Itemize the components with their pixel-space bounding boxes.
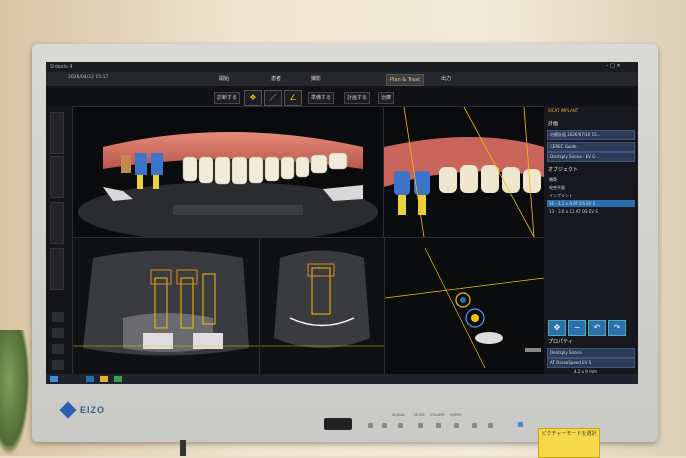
monitor-stand <box>180 440 186 456</box>
properties-header: プロパティ <box>548 339 573 345</box>
tab-mpr[interactable] <box>50 202 64 244</box>
step-plan[interactable]: 計画する <box>344 92 371 104</box>
panorama-view[interactable]: パノラマ <box>72 106 384 238</box>
nav-start[interactable]: 開始 <box>216 74 232 84</box>
model-select[interactable]: AT OsseoSpeed EV S <box>547 358 635 368</box>
zoom-tool-icon[interactable] <box>52 312 64 322</box>
monitor-button[interactable] <box>472 423 477 428</box>
browser-icon[interactable] <box>86 376 94 382</box>
monitor-screen: Sidexis 4 – □ ✕ 2026/04/22 15:17 開始 患者 撮… <box>46 62 638 384</box>
window-controls[interactable]: – □ ✕ <box>606 63 621 69</box>
monitor-button[interactable] <box>436 423 441 428</box>
plan-header: 計画 <box>548 121 559 127</box>
nav-patient[interactable]: 患者 <box>268 74 284 84</box>
right-panel: SICAT IMPLANT 計画 治療計画 2026/07/10 15... C… <box>544 106 638 384</box>
tab-panorama[interactable] <box>50 112 64 154</box>
angle-icon[interactable]: ∠ <box>284 90 302 106</box>
brand-label: SICAT IMPLANT <box>548 108 579 113</box>
buccal-image <box>260 238 384 375</box>
sticky-note: ピクチャーモードを選択 <box>538 428 600 458</box>
enter-label: ENTER <box>450 413 462 417</box>
monitor-button[interactable] <box>418 423 423 428</box>
axial-image <box>385 238 544 375</box>
3d-image <box>384 107 544 237</box>
app-icon[interactable] <box>114 376 122 382</box>
undo-icon[interactable]: ↶ <box>588 320 606 336</box>
object-item[interactable]: 13 - 3.6 x 11 AT OS EV S <box>547 208 635 215</box>
step-prepare[interactable]: 準備する <box>308 92 335 104</box>
nav-output[interactable]: 出力 <box>438 74 454 84</box>
object-item-selected[interactable]: 16 - 4.2 x 9 AT OS EV S <box>547 200 635 207</box>
plant <box>0 330 30 456</box>
monitor-button[interactable] <box>368 423 373 428</box>
guide-select[interactable]: CEREC Guide <box>547 142 635 152</box>
monitor-button[interactable] <box>488 423 493 428</box>
pan-tool-icon[interactable] <box>52 328 64 338</box>
manufacturer-select[interactable]: Dentsply Sirona <box>547 348 635 358</box>
nav-plan-treat[interactable]: Plan & Treat <box>386 74 425 86</box>
axial-view[interactable]: 軸方向 <box>384 237 545 376</box>
start-icon[interactable] <box>50 376 58 382</box>
left-toolbar <box>46 106 72 384</box>
move-icon[interactable]: ✥ <box>548 320 566 336</box>
mesial-image <box>73 238 259 375</box>
monitor-sensor <box>324 418 352 430</box>
guide-system-select[interactable]: Dentsply Sirona - EV G... <box>547 152 635 162</box>
monitor-button[interactable] <box>398 423 403 428</box>
object-item[interactable]: 顎骨 <box>547 176 635 183</box>
mode-label: MODE <box>414 413 425 417</box>
3d-view[interactable]: 3D <box>383 106 545 238</box>
monitor-button[interactable] <box>454 423 459 428</box>
panorama-image <box>73 107 383 237</box>
tab-volume-rendering[interactable] <box>50 248 64 290</box>
redo-icon[interactable]: ↷ <box>608 320 626 336</box>
nav-capture[interactable]: 撮影 <box>308 74 324 84</box>
os-taskbar <box>46 374 638 384</box>
step-diagnose[interactable]: 診断する <box>214 92 241 104</box>
workflow-navbar: 2026/04/22 15:17 開始 患者 撮影 Plan & Treat 出… <box>46 72 638 86</box>
tab-alignment[interactable] <box>50 156 64 198</box>
object-item[interactable]: インプラント <box>547 192 635 199</box>
objects-header: オブジェクト <box>548 167 579 173</box>
settings-tool-icon[interactable] <box>52 360 64 370</box>
monitor-button[interactable] <box>382 423 387 428</box>
datetime: 2026/04/22 15:17 <box>68 75 109 80</box>
window-titlebar: Sidexis 4 – □ ✕ <box>46 62 638 72</box>
monitor-brand: EIZO <box>80 405 106 415</box>
minus-icon[interactable]: − <box>568 320 586 336</box>
step-treat[interactable]: 治療 <box>378 92 395 104</box>
ruler-icon[interactable]: ／ <box>264 90 282 106</box>
object-item[interactable]: 咬合平面 <box>547 184 635 191</box>
power-button[interactable] <box>518 422 523 427</box>
buccal-view[interactable]: 頬側 - 57を中心に回転 <box>259 237 385 376</box>
mesial-view[interactable]: 近 - 57を中心に回転 <box>72 237 260 376</box>
plan-select[interactable]: 治療計画 2026/07/10 15... <box>547 130 635 140</box>
tooth-icon[interactable]: ❖ <box>244 90 262 106</box>
app-title: Sidexis 4 <box>50 64 73 70</box>
folder-icon[interactable] <box>100 376 108 382</box>
step-bar: 診断する ❖ ／ ∠ 準備する 計画する 治療 <box>46 86 638 106</box>
volume-label: VOLUME <box>430 413 445 417</box>
signal-label: SIGNAL <box>392 413 405 417</box>
measure-tool-icon[interactable] <box>52 344 64 354</box>
